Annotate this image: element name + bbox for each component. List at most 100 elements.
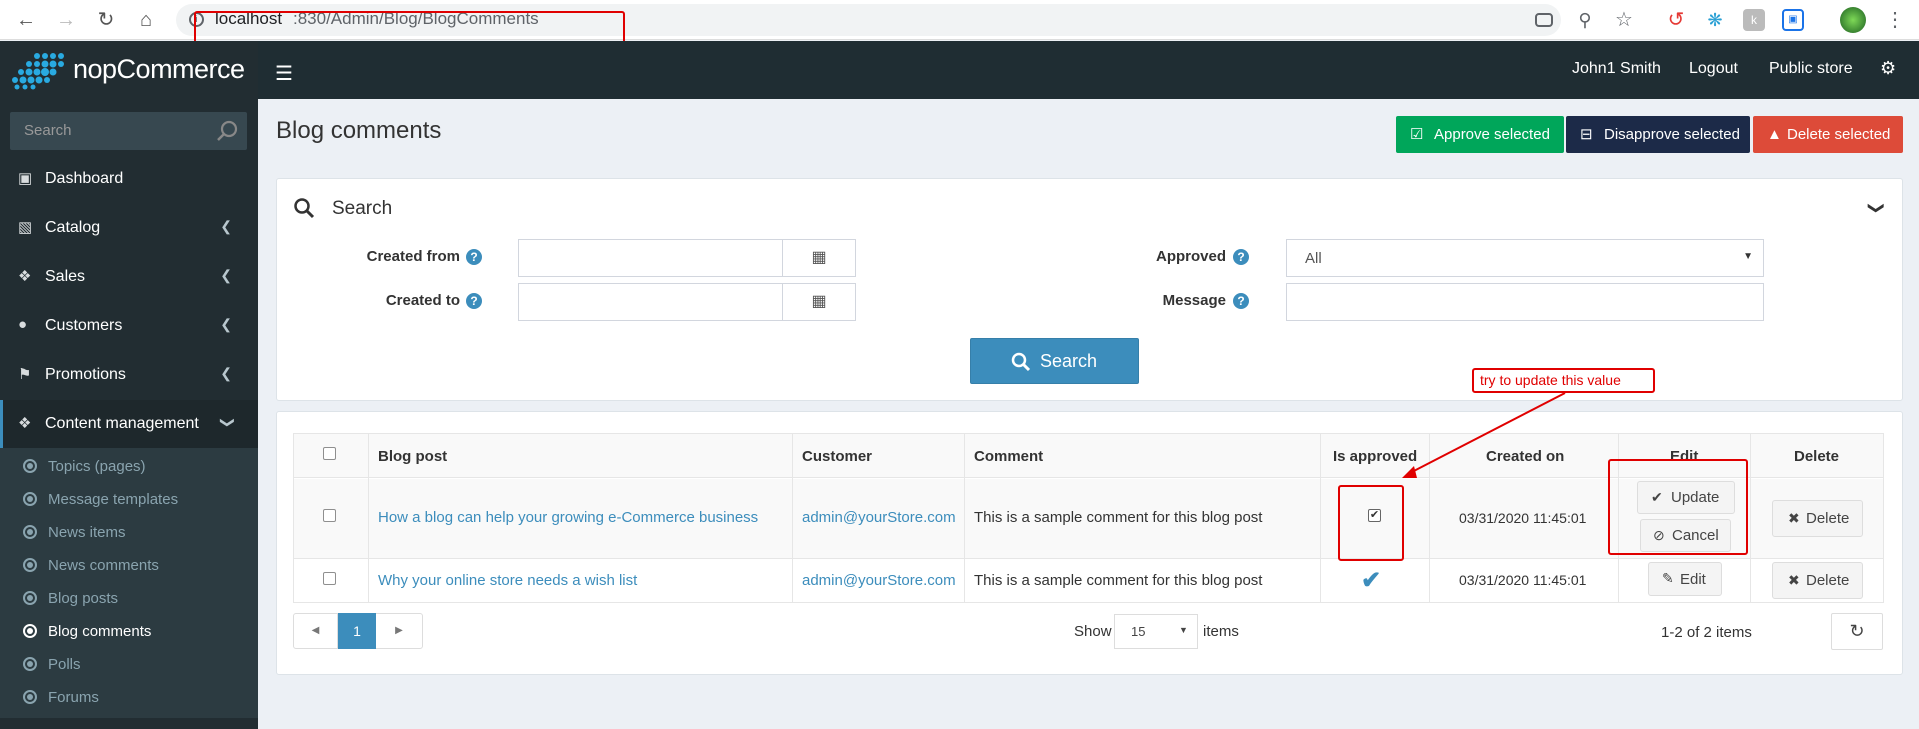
reload-icon[interactable]: ↻ bbox=[92, 6, 120, 34]
help-icon[interactable]: ? bbox=[1233, 249, 1249, 265]
back-icon[interactable]: ← bbox=[12, 6, 40, 34]
blog-post-link[interactable]: How a blog can help your growing e-Comme… bbox=[378, 509, 758, 526]
header-delete: Delete bbox=[1794, 448, 1840, 465]
button-label: Delete selected bbox=[1787, 126, 1891, 143]
sidebar-subitem-news-items[interactable]: News items bbox=[0, 516, 258, 549]
help-icon[interactable]: ? bbox=[1233, 293, 1249, 309]
header-comment[interactable]: Comment bbox=[974, 448, 1043, 465]
approved-label: Approved bbox=[1155, 248, 1226, 265]
delete-button[interactable]: ✖ Delete bbox=[1772, 562, 1863, 599]
sidebar-search-input[interactable]: Search bbox=[10, 112, 247, 150]
logo-area[interactable]: nopCommerce bbox=[0, 41, 258, 99]
help-icon[interactable]: ? bbox=[466, 249, 482, 265]
sidebar-subitem-blog-comments[interactable]: Blog comments bbox=[0, 615, 258, 648]
approve-selected-button[interactable]: ☑ Approve selected bbox=[1396, 116, 1564, 153]
hamburger-icon[interactable]: ☰ bbox=[275, 61, 293, 86]
sidebar-item-catalog[interactable]: ▧ Catalog ❮ bbox=[0, 204, 258, 252]
sidebar-subitem-blog-posts[interactable]: Blog posts bbox=[0, 582, 258, 615]
extension-window-icon[interactable]: ▣ bbox=[1782, 9, 1804, 31]
profile-avatar[interactable] bbox=[1840, 7, 1866, 33]
calendar-icon[interactable]: ▦ bbox=[782, 283, 856, 321]
monitor-icon: ▣ bbox=[18, 170, 33, 187]
refresh-icon[interactable]: ↻ bbox=[1831, 613, 1883, 650]
delete-button[interactable]: ✖ Delete bbox=[1772, 500, 1863, 537]
sidebar-subitem-label: Message templates bbox=[48, 491, 179, 508]
sidebar-subitem-label: Blog posts bbox=[48, 590, 119, 607]
sidebar-subitem-label: Polls bbox=[48, 656, 81, 673]
user-name-link[interactable]: John1 Smith bbox=[1572, 60, 1661, 78]
home-icon[interactable]: ⌂ bbox=[132, 6, 160, 34]
circle-dot-icon bbox=[23, 591, 37, 605]
blog-post-link[interactable]: Why your online store needs a wish list bbox=[378, 572, 637, 589]
more-menu-icon[interactable]: ⋮ bbox=[1884, 9, 1906, 31]
public-store-link[interactable]: Public store bbox=[1769, 60, 1853, 78]
prev-page-icon[interactable]: ◀ bbox=[294, 614, 338, 648]
items-label: items bbox=[1203, 623, 1239, 640]
search-button[interactable]: Search bbox=[970, 338, 1139, 384]
search-icon[interactable] bbox=[216, 120, 238, 142]
page-size-select[interactable]: 15 ▼ bbox=[1114, 614, 1198, 649]
approved-select-value: All bbox=[1305, 250, 1322, 267]
sidebar-subitem-message-templates[interactable]: Message templates bbox=[0, 483, 258, 516]
sidebar-subitem-label: News items bbox=[48, 524, 126, 541]
circle-dot-icon bbox=[23, 690, 37, 704]
created-from-input[interactable] bbox=[518, 239, 784, 277]
circle-dot-icon bbox=[23, 558, 37, 572]
search-icon[interactable] bbox=[293, 197, 315, 219]
sidebar-item-content-management[interactable]: ❖ Content management ❮ bbox=[0, 400, 258, 448]
cast-icon[interactable] bbox=[1535, 13, 1553, 27]
disapprove-selected-button[interactable]: ⊟ Disapprove selected bbox=[1566, 116, 1750, 153]
page-1-button[interactable]: 1 bbox=[338, 613, 376, 649]
help-icon[interactable]: ? bbox=[466, 293, 482, 309]
next-page-icon[interactable]: ▶ bbox=[376, 614, 422, 648]
circle-dot-icon bbox=[23, 459, 37, 473]
sidebar-subitem-topics[interactable]: Topics (pages) bbox=[0, 450, 258, 483]
sidebar-item-sales[interactable]: ❖ Sales ❮ bbox=[0, 253, 258, 301]
customer-link[interactable]: admin@yourStore.com bbox=[802, 572, 956, 589]
sidebar-item-dashboard[interactable]: ▣ Dashboard bbox=[0, 155, 258, 203]
button-label: Delete bbox=[1806, 510, 1850, 527]
created-to-input[interactable] bbox=[518, 283, 784, 321]
sidebar-item-label: Sales bbox=[45, 268, 86, 285]
pencil-icon: ✎ bbox=[1662, 570, 1674, 586]
created-on-text: 03/31/2020 11:45:01 bbox=[1459, 510, 1587, 526]
extension-swirl-icon[interactable]: ↺ bbox=[1665, 9, 1687, 31]
header-blog-post[interactable]: Blog post bbox=[378, 448, 447, 465]
select-all-checkbox[interactable] bbox=[323, 447, 336, 460]
customer-link[interactable]: admin@yourStore.com bbox=[802, 509, 956, 526]
chevron-left-icon: ❮ bbox=[220, 365, 232, 381]
sidebar-subitem-polls[interactable]: Polls bbox=[0, 648, 258, 681]
sidebar-subitem-label: News comments bbox=[48, 557, 159, 574]
column-divider bbox=[792, 434, 793, 602]
forward-icon[interactable]: → bbox=[52, 6, 80, 34]
zoom-icon[interactable]: ⚲ bbox=[1574, 9, 1596, 31]
logo-text: nopCommerce bbox=[73, 54, 245, 84]
extension-globe-icon[interactable]: ❋ bbox=[1704, 9, 1726, 31]
sidebar-search-placeholder: Search bbox=[24, 122, 72, 139]
minus-square-icon: ⊟ bbox=[1580, 126, 1593, 143]
row-checkbox[interactable] bbox=[323, 509, 336, 522]
message-input[interactable] bbox=[1286, 283, 1764, 321]
bookmark-star-icon[interactable]: ☆ bbox=[1613, 9, 1635, 31]
edit-button[interactable]: ✎ Edit bbox=[1648, 562, 1722, 596]
chevron-down-icon[interactable]: ❯ bbox=[1867, 201, 1887, 214]
calendar-icon[interactable]: ▦ bbox=[782, 239, 856, 277]
sidebar-item-promotions[interactable]: ⚑ Promotions ❮ bbox=[0, 351, 258, 399]
gears-icon[interactable]: ⚙ bbox=[1880, 58, 1896, 79]
row-checkbox[interactable] bbox=[323, 572, 336, 585]
extension-k-icon[interactable]: k bbox=[1743, 9, 1765, 31]
circle-dot-icon bbox=[23, 624, 37, 638]
header-customer[interactable]: Customer bbox=[802, 448, 872, 465]
column-divider bbox=[1750, 434, 1751, 602]
approved-select[interactable]: All ▼ bbox=[1286, 239, 1764, 277]
sidebar-item-customers[interactable]: ● Customers ❮ bbox=[0, 302, 258, 350]
sidebar-subitem-news-comments[interactable]: News comments bbox=[0, 549, 258, 582]
sidebar-item-label: Promotions bbox=[45, 366, 126, 383]
search-button-label: Search bbox=[1040, 351, 1098, 371]
times-icon: ✖ bbox=[1788, 510, 1800, 526]
search-panel-heading[interactable]: Search bbox=[332, 198, 392, 220]
delete-selected-button[interactable]: ▲ Delete selected bbox=[1753, 116, 1903, 153]
sidebar-subitem-forums[interactable]: Forums bbox=[0, 681, 258, 714]
logout-link[interactable]: Logout bbox=[1689, 60, 1738, 78]
annotation-edit-box bbox=[1608, 459, 1748, 555]
